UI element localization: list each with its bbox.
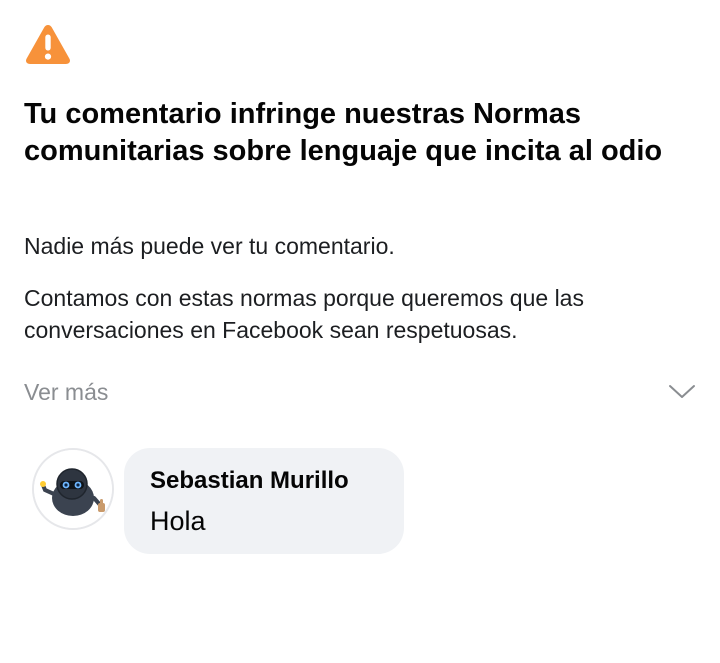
notice-title: Tu comentario infringe nuestras Normas c…: [24, 98, 663, 167]
notice-reason: Contamos con estas normas porque queremo…: [24, 285, 584, 343]
chevron-down-icon: [669, 385, 695, 398]
comment-text: Hola: [150, 506, 206, 536]
avatar-image: [34, 450, 112, 528]
ver-mas-label: Ver más: [24, 379, 109, 405]
ver-mas-toggle[interactable]: Ver más: [24, 374, 696, 410]
notice-subtitle: Nadie más puede ver tu comentario.: [24, 233, 395, 259]
comment-author-name[interactable]: Sebastian Murillo: [150, 465, 349, 497]
avatar[interactable]: [32, 448, 114, 530]
warning-triangle-icon: [25, 25, 71, 64]
comment-bubble[interactable]: Sebastian Murillo Hola: [124, 448, 404, 554]
